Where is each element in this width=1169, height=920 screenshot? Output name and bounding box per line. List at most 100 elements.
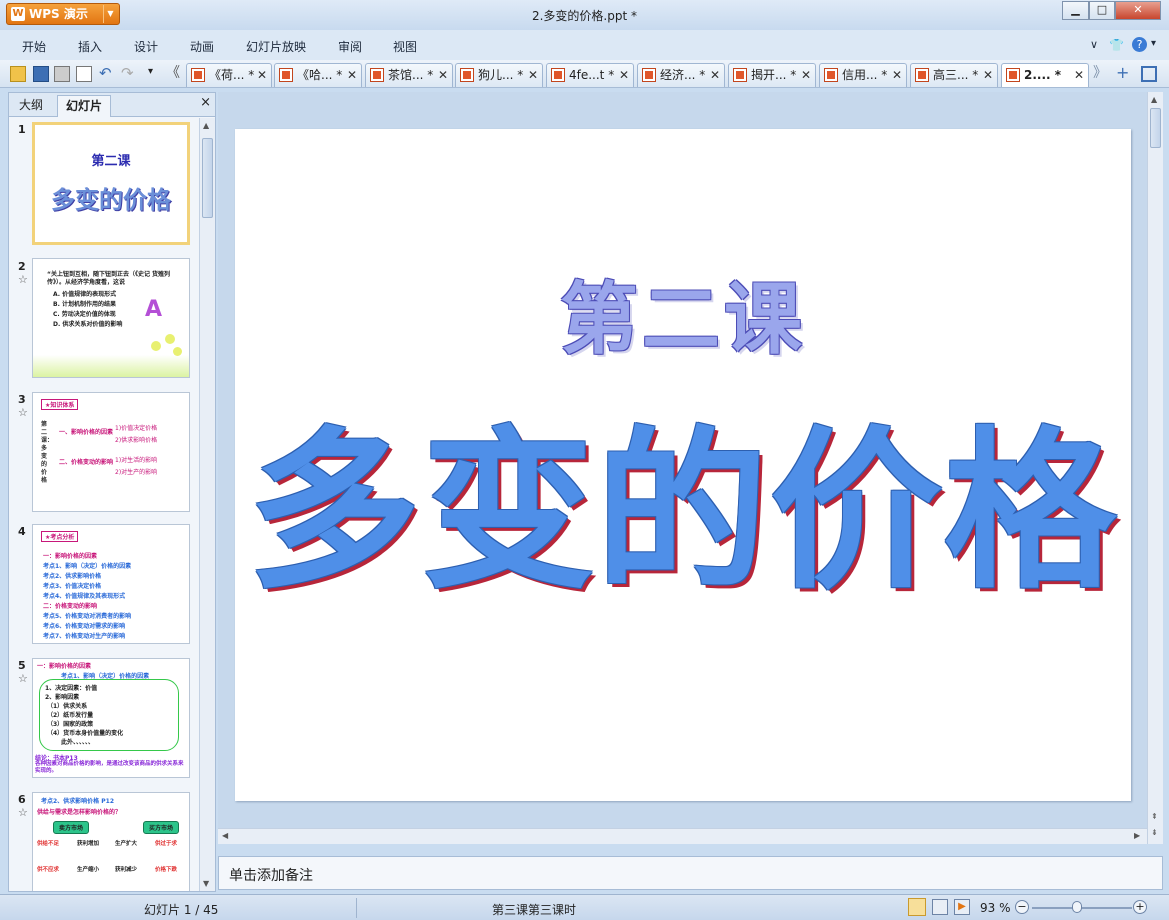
close-icon[interactable]: × — [200, 95, 211, 110]
slide-title[interactable]: 第二课 — [235, 257, 1131, 369]
current-slide[interactable]: 第二课 多变的价格 — [235, 129, 1131, 801]
horizontal-scrollbar[interactable]: ◀ ▶ — [218, 828, 1147, 844]
slide-thumbnail-3[interactable]: ★知识体系 第二课：多变的价格 一、影响价格的因素 二、价格变动的影响 1)价值… — [32, 392, 190, 512]
panel-scrollbar[interactable]: ▲ ▼ — [199, 118, 215, 891]
slide-thumbnail-5[interactable]: 一：影响价格的因素 考点1、影响（决定）价格的因素 1、决定因素：价值 2、影响… — [32, 658, 190, 778]
slide-subtitle[interactable]: 多变的价格 — [235, 411, 1131, 611]
doc-tab[interactable]: 高三... * ✕ — [910, 63, 998, 87]
menu-design[interactable]: 设计 — [134, 38, 158, 55]
menu-review[interactable]: 审阅 — [338, 38, 362, 55]
slide-thumbnail-2[interactable]: “关上钮到互相，随下钮到正去（《史记 货殖列传》）。从经济学角度看，这说 A. … — [32, 258, 190, 378]
close-tab-icon[interactable]: ✕ — [347, 64, 357, 86]
panel-scroll-thumb[interactable] — [202, 138, 213, 218]
tab-list-icon[interactable] — [1141, 66, 1157, 82]
print-icon[interactable] — [54, 66, 70, 82]
doc-tab[interactable]: 4fe...t * ✕ — [546, 63, 634, 87]
menu-view[interactable]: 视图 — [393, 38, 417, 55]
scroll-right-icon[interactable]: ▶ — [1134, 831, 1140, 840]
thumb-item: 一、影响价格的因素 — [59, 429, 114, 436]
help-icon[interactable]: ? — [1132, 37, 1147, 52]
slide-thumbnail-1[interactable]: 第二课 多变的价格 — [32, 122, 190, 245]
close-tab-icon[interactable]: ✕ — [892, 64, 902, 86]
open-icon[interactable] — [10, 66, 26, 82]
vertical-scroll-thumb[interactable] — [1150, 108, 1161, 148]
thumb-line: （3）国家的政策 — [47, 721, 94, 728]
close-tab-icon[interactable]: ✕ — [801, 64, 811, 86]
undo-icon[interactable]: ↶ — [99, 66, 115, 82]
minimize-button[interactable]: ▁ — [1062, 1, 1089, 20]
scroll-up-icon[interactable]: ▲ — [203, 121, 209, 130]
notes-placeholder[interactable]: 单击添加备注 — [229, 865, 313, 885]
new-tab-icon[interactable]: + — [1116, 65, 1132, 82]
ppt-file-icon — [1006, 68, 1020, 82]
menu-start[interactable]: 开始 — [22, 38, 46, 55]
close-tab-icon[interactable]: ✕ — [1074, 64, 1084, 86]
close-window-button[interactable]: ✕ — [1115, 1, 1161, 20]
close-tab-icon[interactable]: ✕ — [257, 64, 267, 86]
thumb-line: 1、决定因素：价值 — [45, 685, 98, 692]
previous-slide-icon[interactable]: ⇞ — [1151, 812, 1158, 821]
menu-animation[interactable]: 动画 — [190, 38, 214, 55]
thumb-flow: 供不应求 — [37, 867, 60, 873]
doc-tab[interactable]: 信用... * ✕ — [819, 63, 907, 87]
chevron-down-icon[interactable]: ∨ — [1090, 38, 1098, 51]
customize-icon[interactable]: ▾ — [148, 66, 164, 82]
ppt-file-icon — [733, 68, 747, 82]
thumb-line: 2、影响因素 — [45, 694, 80, 701]
scroll-left-icon[interactable]: ◀ — [222, 831, 228, 840]
scroll-up-icon[interactable]: ▲ — [1151, 95, 1157, 104]
animation-star-icon: ☆ — [18, 672, 28, 685]
menu-slideshow[interactable]: 幻灯片放映 — [246, 38, 306, 55]
status-bar: 幻灯片 1 / 45 第三课第三课时 ▶ 93 % − + — [0, 894, 1169, 920]
flower-decoration — [165, 334, 175, 344]
thumb-line: 考点4、价值规律及其表现形式 — [43, 593, 126, 600]
doc-tab[interactable]: 《哈... * ✕ — [274, 63, 362, 87]
close-tab-icon[interactable]: ✕ — [619, 64, 629, 86]
vertical-scrollbar[interactable]: ▲ ⇞ ⇟ — [1147, 92, 1163, 844]
chevron-down-icon[interactable]: ▾ — [1151, 38, 1156, 49]
tab-scroll-left-icon[interactable]: 《 — [166, 66, 182, 82]
scroll-down-icon[interactable]: ▼ — [203, 879, 209, 888]
tab-outline[interactable]: 大纲 — [11, 95, 51, 117]
close-tab-icon[interactable]: ✕ — [710, 64, 720, 86]
thumb-line: 考点1、影响（决定）价格的因素 — [43, 563, 132, 570]
flower-decoration — [173, 347, 182, 356]
thumb-line: 考点7、价格变动对生产的影响 — [43, 633, 126, 640]
doc-tab-active[interactable]: 2.... * ✕ — [1001, 63, 1089, 87]
print-preview-icon[interactable] — [76, 66, 92, 82]
skin-icon[interactable]: 👕 — [1109, 38, 1124, 52]
ppt-file-icon — [460, 68, 474, 82]
slideshow-icon[interactable]: ▶ — [954, 899, 970, 915]
zoom-in-icon[interactable]: + — [1133, 900, 1147, 914]
next-slide-icon[interactable]: ⇟ — [1151, 828, 1158, 837]
close-tab-icon[interactable]: ✕ — [438, 64, 448, 86]
normal-view-icon[interactable] — [908, 898, 926, 916]
zoom-slider[interactable] — [1032, 907, 1132, 909]
thumb-option: C. 劳动决定价值的体现 — [53, 311, 116, 318]
ppt-file-icon — [642, 68, 656, 82]
redo-icon[interactable]: ↷ — [121, 66, 137, 82]
doc-tab[interactable]: 《荷... * ✕ — [186, 63, 272, 87]
slide-number: 2 — [18, 260, 26, 273]
notes-pane[interactable]: 单击添加备注 — [218, 856, 1163, 890]
animation-star-icon: ☆ — [18, 273, 28, 286]
doc-tab[interactable]: 茶馆... * ✕ — [365, 63, 453, 87]
animation-star-icon: ☆ — [18, 406, 28, 419]
close-tab-icon[interactable]: ✕ — [983, 64, 993, 86]
doc-tab[interactable]: 揭开... * ✕ — [728, 63, 816, 87]
doc-tab[interactable]: 经济... * ✕ — [637, 63, 725, 87]
slide-sorter-icon[interactable] — [932, 899, 948, 915]
save-icon[interactable] — [33, 66, 49, 82]
slide-thumbnail-6[interactable]: 考点2、供求影响价格 P12 供给与需求是怎样影响价格的？ 卖方市场 买方市场 … — [32, 792, 190, 891]
close-tab-icon[interactable]: ✕ — [528, 64, 538, 86]
tab-slides[interactable]: 幻灯片 — [57, 95, 112, 117]
tab-scroll-right-icon[interactable]: 》 — [1093, 66, 1109, 82]
slide-thumbnail-4[interactable]: ★考点分析 一：影响价格的因素 考点1、影响（决定）价格的因素 考点2、供求影响… — [32, 524, 190, 644]
doc-tab[interactable]: 狗儿... * ✕ — [455, 63, 543, 87]
zoom-out-icon[interactable]: − — [1015, 900, 1029, 914]
thumb-flow: 获利增加 — [77, 841, 100, 847]
thumb-subitem: 1)价值决定价格 — [115, 425, 158, 432]
menu-insert[interactable]: 插入 — [78, 38, 102, 55]
zoom-slider-thumb[interactable] — [1072, 901, 1082, 913]
maximize-button[interactable]: □ — [1089, 1, 1115, 20]
